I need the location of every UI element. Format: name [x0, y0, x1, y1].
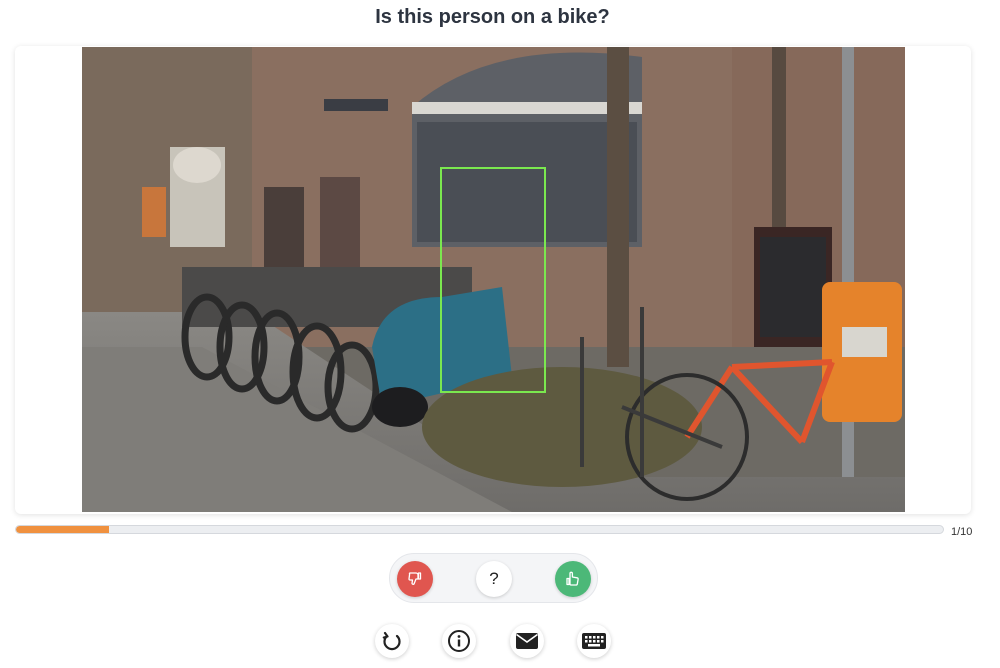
answer-buttons: ? — [389, 553, 598, 603]
progress-bar — [15, 525, 944, 534]
unsure-button[interactable]: ? — [476, 561, 512, 597]
no-button[interactable] — [397, 561, 433, 597]
unsure-label: ? — [489, 569, 499, 588]
mail-button[interactable] — [510, 624, 544, 658]
info-button[interactable] — [442, 624, 476, 658]
thumbs-up-icon — [566, 571, 579, 586]
question-title: Is this person on a bike? — [375, 6, 610, 28]
mail-icon — [516, 633, 538, 649]
undo-button[interactable] — [375, 624, 409, 658]
info-icon — [448, 630, 470, 652]
progress-label: 1/10 — [951, 526, 973, 538]
yes-button[interactable] — [555, 561, 591, 597]
keyboard-button[interactable] — [577, 624, 611, 658]
person-bounding-box — [440, 167, 546, 393]
keyboard-icon — [582, 633, 606, 649]
street-scene-photo — [82, 47, 905, 512]
undo-icon — [382, 631, 401, 651]
thumbs-down-icon — [408, 572, 422, 585]
progress-fill — [16, 526, 109, 533]
